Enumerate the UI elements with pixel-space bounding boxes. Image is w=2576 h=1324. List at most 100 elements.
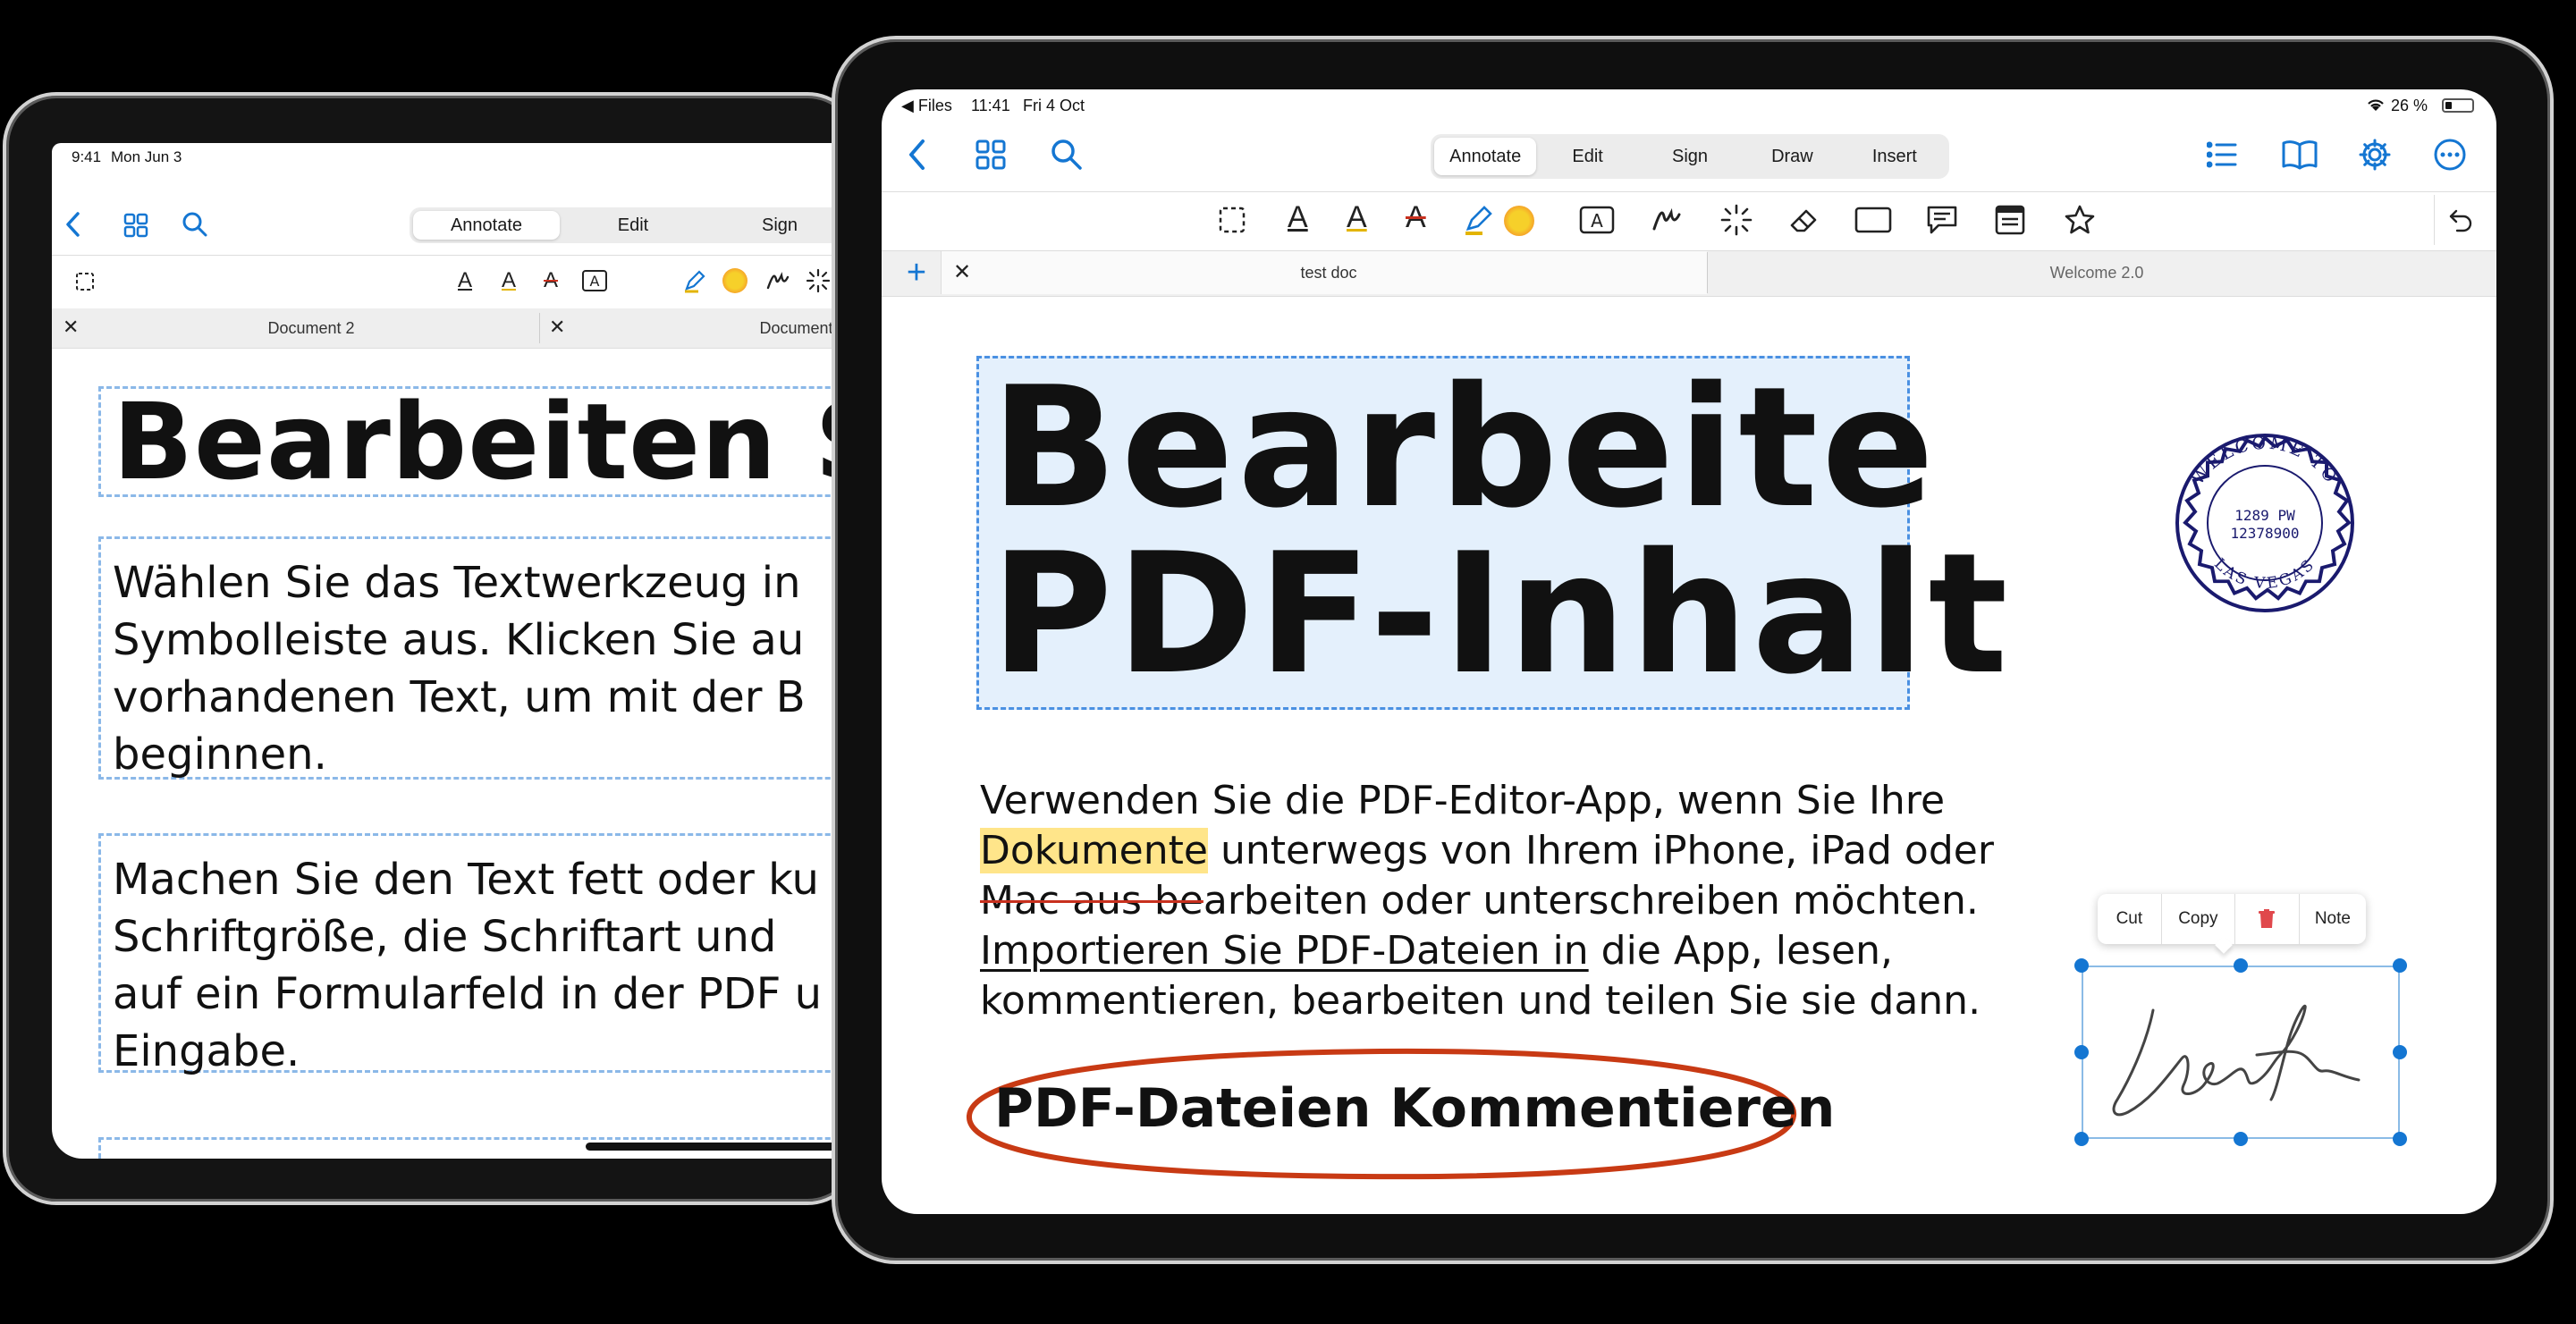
svg-text:A: A [1591, 210, 1603, 232]
resize-handle[interactable] [2074, 1045, 2089, 1059]
highlight-text-icon[interactable]: A [502, 268, 516, 293]
line: auf ein Formularfeld in der PDF u [113, 969, 823, 1019]
context-menu: Cut Copy Note [2098, 894, 2366, 944]
pen-icon[interactable] [682, 268, 707, 293]
body-text: die App, lesen, [1588, 928, 1893, 974]
textbox-icon[interactable]: A [581, 269, 608, 292]
search-icon[interactable] [182, 211, 208, 238]
home-indicator [586, 1143, 839, 1151]
battery-level [2445, 102, 2452, 109]
star-icon[interactable] [2064, 204, 2096, 236]
strike-text-icon[interactable]: A [1406, 200, 1426, 235]
status-back-app[interactable]: ◀ Files [901, 97, 952, 115]
tab-close-icon[interactable]: ✕ [63, 316, 79, 339]
segment-sign[interactable]: Sign [1639, 138, 1741, 175]
signature-tool-icon[interactable] [1651, 204, 1683, 236]
segment-edit[interactable]: Edit [1536, 138, 1638, 175]
resize-handle[interactable] [2393, 1132, 2407, 1146]
battery-percent: 26 % [2391, 97, 2428, 114]
cut-button[interactable]: Cut [2098, 894, 2162, 944]
eraser-icon[interactable] [1788, 204, 1820, 236]
line: vorhandenen Text, um mit der B [113, 672, 806, 722]
stamp-top-text: WELCOME TO [2188, 434, 2339, 489]
back-chevron-icon[interactable] [64, 211, 82, 238]
body-line-2: Dokumente unterwegs von Ihrem iPhone, iP… [980, 826, 1994, 876]
magic-select-icon[interactable] [1720, 204, 1753, 236]
segment-draw[interactable]: Draw [1741, 138, 1843, 175]
line: Symbolleiste aus. Klicken Sie au [113, 615, 805, 665]
rectangle-icon[interactable] [1854, 206, 1892, 234]
stamp-line-2: 12378900 [2230, 525, 2299, 542]
select-icon[interactable] [75, 272, 95, 291]
svg-text:WELCOME TO: WELCOME TO [2188, 434, 2342, 489]
stamp-line-1: 1289 PW [2234, 507, 2295, 524]
text-tool-icon[interactable]: A [1288, 200, 1308, 235]
strikethrough-text[interactable]: Mac aus be [980, 878, 1204, 923]
highlight-text-icon[interactable]: A [1347, 200, 1367, 235]
note-icon[interactable] [1994, 204, 2026, 236]
undo-icon[interactable] [2448, 207, 2473, 232]
status-time: 9:41 [72, 148, 102, 165]
resize-handle[interactable] [2234, 1132, 2248, 1146]
tab-document-2[interactable]: Document 2 [88, 310, 535, 346]
book-icon[interactable] [2282, 139, 2318, 170]
segment-insert[interactable]: Insert [1844, 138, 1946, 175]
grid-icon[interactable] [123, 213, 148, 238]
pen-icon[interactable] [1463, 204, 1495, 236]
front-ipad-screen: ◀ Files 11:41 Fri 4 Oct 26 % Annotate Ed… [882, 89, 2496, 1214]
toolbar-divider [882, 191, 2496, 192]
back-chevron-icon[interactable] [907, 138, 928, 172]
strike-text-icon[interactable]: A [544, 268, 558, 293]
list-icon[interactable] [2207, 141, 2237, 168]
segment-sign[interactable]: Sign [706, 211, 839, 240]
comment-icon[interactable] [1926, 204, 1958, 236]
svg-text:A: A [590, 273, 600, 290]
welcome-stamp[interactable]: WELCOME TO LAS VEGAS 1289 PW 12378900 [2153, 411, 2377, 635]
add-tab-button[interactable]: + [892, 251, 942, 294]
tab-document-3[interactable]: Document 3 [579, 310, 839, 346]
tab-close-icon[interactable]: ✕ [549, 316, 565, 339]
gear-icon[interactable] [2359, 139, 2391, 171]
resize-handle[interactable] [2393, 958, 2407, 973]
resize-handle[interactable] [2234, 958, 2248, 973]
tab-welcome[interactable]: Welcome 2.0 [1708, 251, 2486, 294]
underlined-text[interactable]: Importieren Sie PDF-Dateien in [980, 928, 1589, 974]
search-icon[interactable] [1050, 138, 1084, 172]
resize-handle[interactable] [2074, 1132, 2089, 1146]
line: beginnen. [113, 729, 327, 780]
magic-select-icon[interactable] [806, 268, 831, 293]
tab-close-icon[interactable]: ✕ [953, 259, 971, 285]
text-tool-icon[interactable]: A [458, 268, 472, 293]
grid-icon[interactable] [976, 139, 1006, 170]
trash-icon [2259, 909, 2276, 928]
segment-annotate[interactable]: Annotate [1434, 138, 1537, 175]
color-picker-icon[interactable] [722, 268, 747, 293]
segment-edit[interactable]: Edit [560, 211, 706, 240]
select-icon[interactable] [1218, 206, 1246, 234]
toolbar-divider [52, 255, 839, 256]
highlighted-text[interactable]: Dokumente [980, 828, 1208, 873]
textbox-icon[interactable]: A [1579, 206, 1615, 234]
heading-line-1: Bearbeite [991, 350, 1938, 544]
signature-tool-icon[interactable] [765, 268, 790, 293]
line: Eingabe. [113, 1026, 300, 1076]
undo-separator [2434, 195, 2435, 245]
mode-segmented-control: Annotate Edit Sign [410, 207, 839, 243]
back-paragraph-1: Wählen Sie das Textwerkzeug in Symbollei… [113, 554, 806, 783]
resize-handle[interactable] [2074, 958, 2089, 973]
line: Machen Sie den Text fett oder ku [113, 855, 819, 905]
status-time: 11:41 [971, 97, 1010, 114]
tab-separator [539, 313, 540, 343]
signature-image [2112, 1004, 2361, 1117]
back-heading: Bearbeiten S [113, 380, 839, 503]
color-picker-icon[interactable] [1504, 206, 1534, 236]
delete-button[interactable] [2235, 894, 2300, 944]
segment-annotate[interactable]: Annotate [413, 211, 560, 240]
front-heading: Bearbeite PDF-Inhalt [991, 365, 2011, 697]
tab-test-doc[interactable]: test doc [980, 251, 1677, 294]
note-button[interactable]: Note [2300, 894, 2366, 944]
more-icon[interactable] [2434, 139, 2466, 171]
back-paragraph-2: Machen Sie den Text fett oder ku Schrift… [113, 851, 822, 1080]
back-ipad-screen: 9:41 Mon Jun 3 Annotate Edit Sign A A A … [52, 143, 839, 1159]
resize-handle[interactable] [2393, 1045, 2407, 1059]
